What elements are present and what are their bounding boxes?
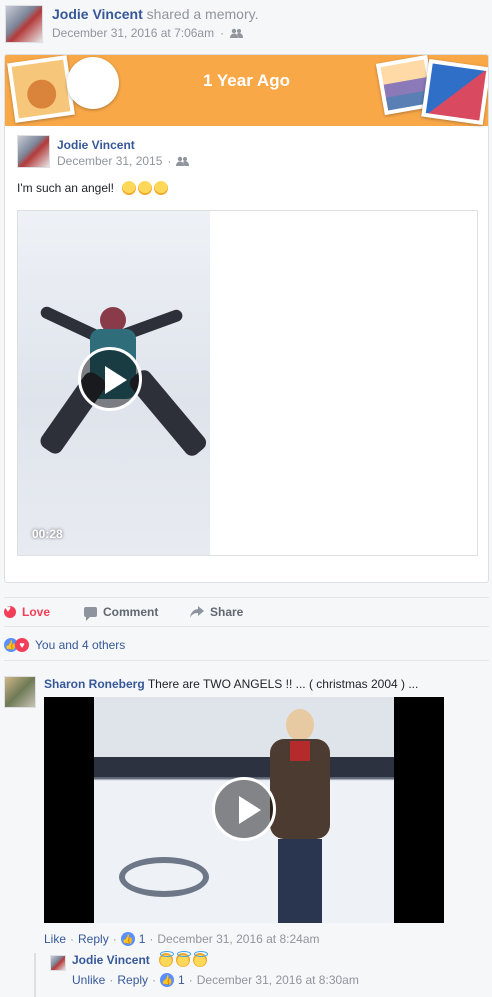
share-label: Share	[210, 605, 244, 619]
original-post: Jodie Vincent December 31, 2015 · I'm su…	[5, 126, 488, 582]
reply-timestamp[interactable]: December 31, 2016 at 8:30am	[197, 973, 359, 987]
laughing-emoji-icon	[154, 181, 169, 195]
love-button[interactable]: Love	[4, 604, 51, 619]
comment-video-attachment[interactable]	[44, 697, 444, 923]
comment-timestamp[interactable]: December 31, 2016 at 8:24am	[157, 932, 319, 946]
divider	[4, 660, 489, 661]
comment-reply-button[interactable]: Reply	[78, 932, 109, 946]
like-count-icon: 👍	[120, 932, 135, 946]
comment-button[interactable]: Comment	[84, 605, 159, 621]
dot-separator: ·	[109, 973, 114, 987]
commenter-name[interactable]: Sharon Roneberg	[44, 677, 145, 691]
smiling-halo-emoji-icon	[158, 951, 174, 967]
post-action-text: shared a memory.	[146, 6, 259, 22]
post-header: Jodie Vincent shared a memory.	[52, 6, 258, 22]
post-text: I'm such an angel!	[17, 181, 115, 195]
heart-icon	[4, 604, 16, 618]
dot-separator: ·	[112, 932, 117, 946]
original-author-avatar[interactable]	[17, 135, 50, 168]
share-button[interactable]: Share	[190, 605, 243, 619]
original-post-date[interactable]: December 31, 2015	[57, 154, 162, 168]
memory-card: 1 Year Ago Jodie Vincent December 31, 20…	[4, 54, 489, 583]
dot-separator: ·	[188, 973, 193, 987]
comment-actions: Like · Reply · 👍 1 · December 31, 2016 a…	[44, 932, 320, 946]
reply-unlike-button[interactable]: Unlike	[72, 973, 105, 987]
original-author-name[interactable]: Jodie Vincent	[57, 138, 135, 152]
post-meta: December 31, 2016 at 7:06am ·	[52, 26, 244, 40]
reply-body: Jodie Vincent	[72, 951, 208, 967]
video-thumbnail[interactable]: 00:28	[18, 211, 210, 555]
comment-like-button[interactable]: Like	[44, 932, 66, 946]
original-post-meta: December 31, 2015 ·	[57, 154, 190, 168]
memory-banner: 1 Year Ago	[5, 55, 488, 126]
reply-like-count[interactable]: 1	[178, 973, 185, 987]
video-duration: 00:28	[32, 527, 63, 541]
dot-separator: ·	[70, 932, 75, 946]
reply-actions: Unlike · Reply · 👍 1 · December 31, 2016…	[72, 973, 359, 987]
person-jeans	[278, 839, 322, 923]
laughing-emoji-icon	[122, 181, 137, 195]
person-scarf	[290, 741, 310, 761]
dot-separator: ·	[167, 154, 172, 168]
reactions-count[interactable]: You and 4 others	[35, 638, 125, 652]
friends-icon[interactable]	[230, 28, 244, 38]
replier-avatar[interactable]	[50, 955, 66, 971]
love-label: Love	[22, 605, 51, 619]
snow-angel-imprint	[119, 857, 209, 897]
map-photo-illustration	[421, 58, 488, 126]
post-timestamp[interactable]: December 31, 2016 at 7:06am	[52, 26, 214, 40]
love-reaction-icon: ♥	[15, 638, 29, 652]
play-button[interactable]	[212, 777, 276, 841]
author-avatar[interactable]	[5, 5, 43, 43]
laughing-emoji-icon	[138, 181, 153, 195]
commenter-avatar[interactable]	[4, 676, 36, 708]
reply-thread-line	[34, 953, 36, 997]
share-icon	[190, 606, 204, 618]
comment-label: Comment	[103, 605, 159, 619]
reply-reply-button[interactable]: Reply	[117, 973, 148, 987]
friends-icon[interactable]	[176, 156, 190, 166]
like-count-icon: 👍	[160, 973, 175, 987]
original-post-text: I'm such an angel!	[17, 181, 169, 195]
person-head	[286, 709, 314, 741]
comment-like-count[interactable]: 1	[139, 932, 146, 946]
smiling-halo-emoji-icon	[192, 951, 208, 967]
reactions-summary[interactable]: 👍 ♥ You and 4 others	[4, 638, 125, 652]
replier-name[interactable]: Jodie Vincent	[72, 953, 150, 967]
play-button[interactable]	[78, 347, 142, 411]
comment-icon	[84, 607, 97, 621]
author-name-link[interactable]: Jodie Vincent	[52, 6, 143, 22]
video-attachment[interactable]: 00:28	[17, 210, 478, 556]
comment-text: There are TWO ANGELS !! ... ( christmas …	[147, 677, 419, 691]
treeline	[94, 757, 394, 777]
dot-separator: ·	[149, 932, 154, 946]
dot-separator: ·	[220, 26, 225, 40]
smiling-halo-emoji-icon	[175, 951, 191, 967]
dot-separator: ·	[152, 973, 157, 987]
post-actions-bar: Love Comment Share	[4, 597, 489, 627]
comment-body: Sharon Roneberg There are TWO ANGELS !! …	[44, 677, 418, 691]
